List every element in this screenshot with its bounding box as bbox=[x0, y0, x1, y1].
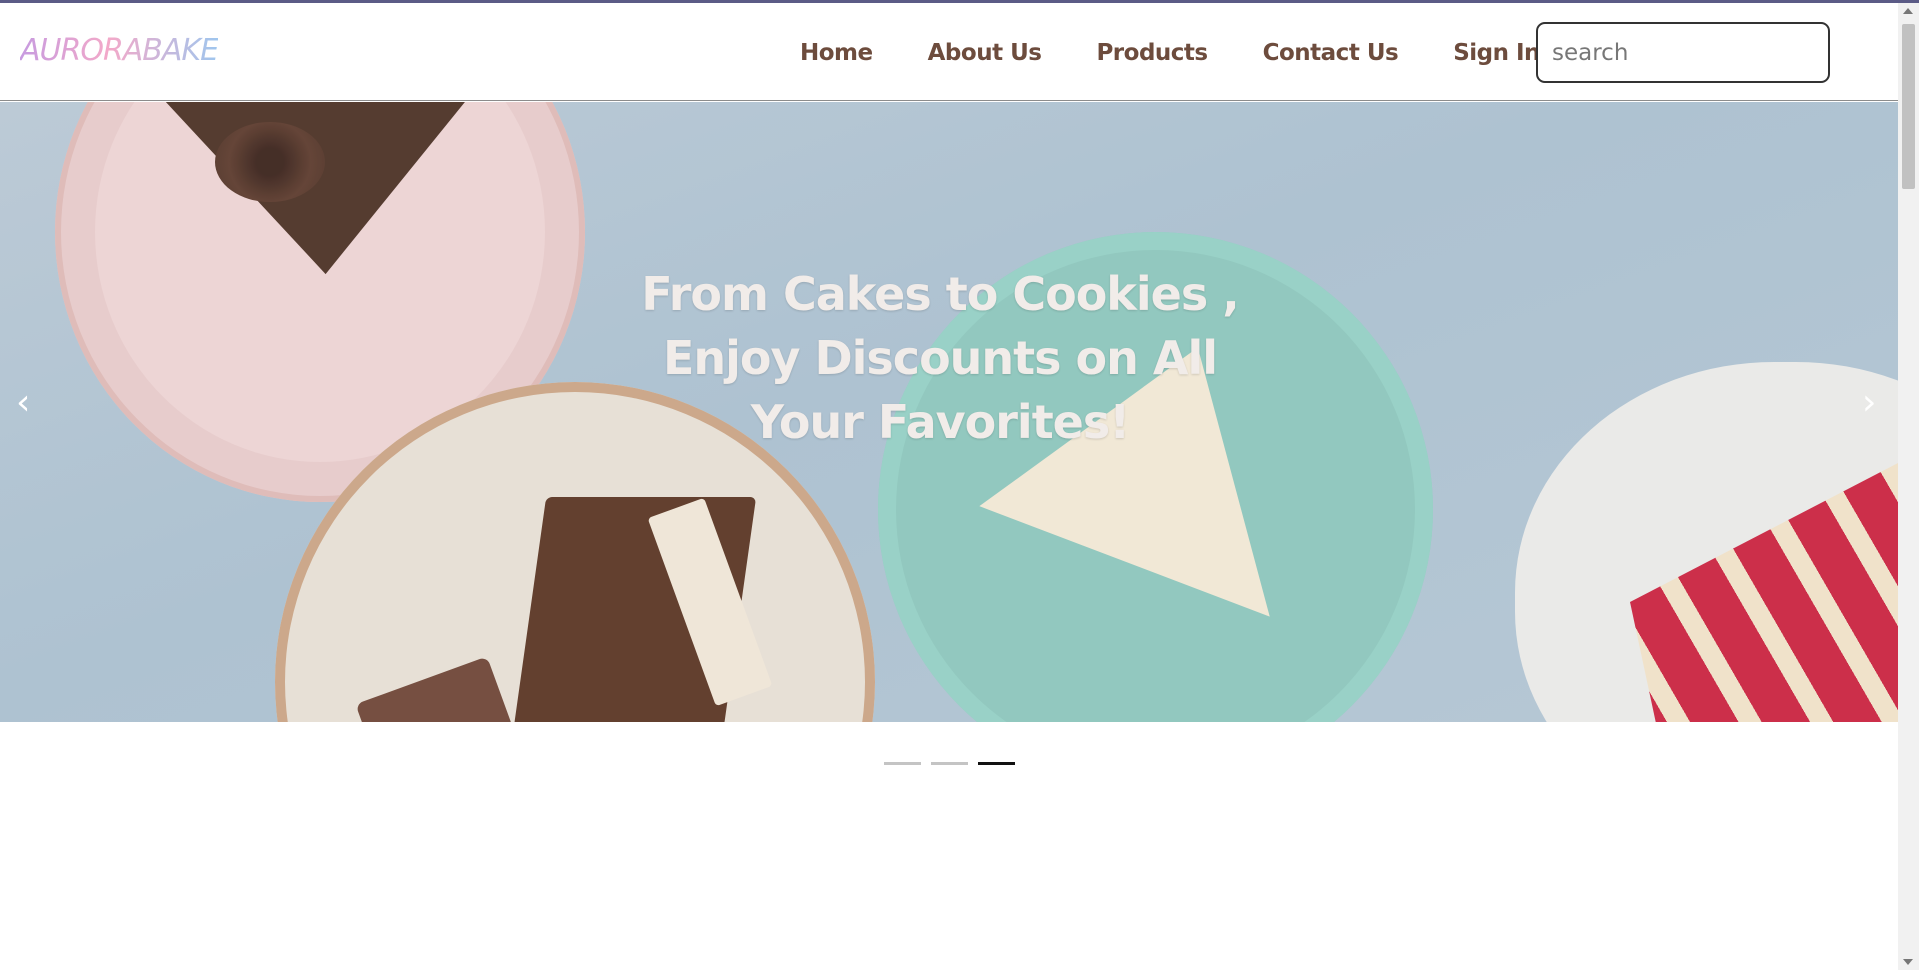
carousel-prev-icon[interactable]: ‹ bbox=[16, 382, 30, 423]
hero-carousel: From Cakes to Cookies , Enjoy Discounts … bbox=[0, 102, 1898, 722]
navbar: AURORABAKE Home About Us Products Contac… bbox=[0, 3, 1898, 101]
carousel-indicator-2[interactable] bbox=[931, 762, 968, 765]
brand-logo[interactable]: AURORABAKE bbox=[20, 33, 219, 68]
hero-caption: From Cakes to Cookies , Enjoy Discounts … bbox=[641, 267, 1239, 449]
scrollbar-thumb[interactable] bbox=[1902, 24, 1915, 189]
nav-item-contact-us[interactable]: Contact Us bbox=[1263, 40, 1399, 66]
nav-item-products[interactable]: Products bbox=[1096, 40, 1208, 66]
search-input[interactable] bbox=[1536, 22, 1830, 83]
carousel-next-icon[interactable]: › bbox=[1862, 382, 1876, 423]
page-scrollbar[interactable] bbox=[1898, 3, 1919, 970]
carousel-indicators bbox=[884, 762, 1025, 765]
carousel-indicator-3[interactable] bbox=[978, 762, 1015, 765]
scroll-up-icon[interactable] bbox=[1903, 8, 1913, 14]
nav-item-home[interactable]: Home bbox=[800, 40, 873, 66]
scroll-down-icon[interactable] bbox=[1903, 959, 1913, 965]
nav-item-sign-in[interactable]: Sign In bbox=[1453, 40, 1540, 66]
nav-item-about-us[interactable]: About Us bbox=[928, 40, 1042, 66]
nav-links: Home About Us Products Contact Us Sign I… bbox=[800, 40, 1595, 66]
carousel-indicator-1[interactable] bbox=[884, 762, 921, 765]
